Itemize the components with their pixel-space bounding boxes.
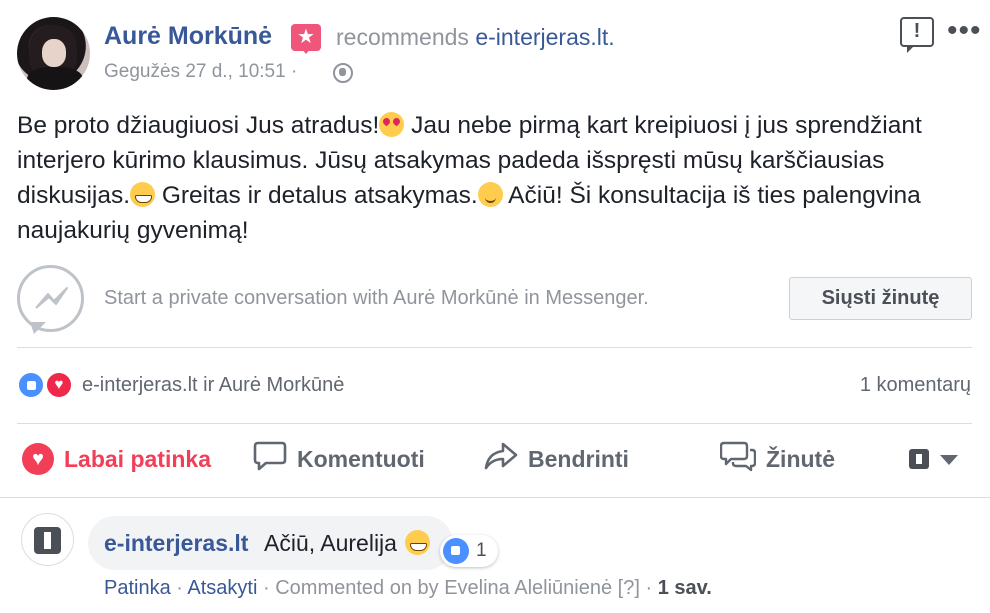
comment-button[interactable]: Komentuoti [253,441,425,477]
chat-bubbles-icon [719,440,757,478]
share-button[interactable]: Bendrinti [484,441,629,477]
post-body: Be proto džiaugiuosi Jus atradus! Jau ne… [17,108,947,248]
comment-reaction-count[interactable]: 1 [440,535,498,567]
report-icon[interactable]: ! [900,17,934,53]
globe-icon [333,63,353,83]
send-message-button[interactable]: Siųsti žinutę [789,277,972,320]
like-reaction-icon [443,538,469,564]
reaction-names[interactable]: e-interjeras.lt ir Aurė Morkūnė [82,374,344,397]
comment-age[interactable]: 1 sav. [658,577,712,599]
star-badge-icon: ★ [291,24,321,54]
smile-emoji-icon [477,182,503,207]
dot-separator: · [645,577,653,599]
send-dm-button[interactable]: Žinutė [719,440,835,478]
love-reaction-icon[interactable] [45,371,73,399]
help-link[interactable]: [?] [618,577,640,599]
page-suffix: . [608,24,615,50]
messenger-prompt: Start a private conversation with Aurė M… [104,287,649,309]
comment-actions: Patinka · Atsakyti · Commented on by Eve… [104,577,712,600]
divider [17,423,972,424]
love-icon [22,443,54,475]
comment-icon [253,440,287,478]
love-react-button[interactable]: Labai patinka [22,441,211,477]
divider [17,347,972,348]
comment-like-link[interactable]: Patinka [104,577,171,599]
comments-count[interactable]: 1 komentarų [860,374,971,397]
dot-separator: · [176,577,183,599]
comment-label: Komentuoti [297,445,425,472]
messenger-icon [17,265,84,334]
commenter-name[interactable]: e-interjeras.lt [104,530,248,557]
share-label: Bendrinti [528,445,629,472]
love-react-label: Labai patinka [64,445,211,472]
action-text: recommends [336,24,469,50]
send-dm-label: Žinutė [766,445,835,472]
commented-on-text: Commented on by Evelina Aleliūnienė [275,577,613,599]
comment-reply-link[interactable]: Atsakyti [187,577,257,599]
share-icon [484,441,518,477]
like-reaction-icon[interactable] [17,371,45,399]
post-timestamp[interactable]: Gegužės 27 d., 10:51 [104,61,286,82]
comment-text: Ačiū, Aurelija [264,530,397,556]
divider [0,497,990,498]
more-options-icon[interactable]: ••• [947,16,982,46]
page-link[interactable]: e-interjeras.lt [475,24,608,50]
author-avatar[interactable] [17,17,90,90]
post-meta: Gegužės 27 d., 10:51 · [104,61,297,83]
author-name[interactable]: Aurė Morkūnė [104,22,272,51]
post-body-part: Be proto džiaugiuosi Jus atradus! [17,112,380,139]
commenter-avatar[interactable] [21,513,74,566]
page-selector-icon[interactable] [909,449,929,469]
comment-reaction-number: 1 [476,540,487,561]
grin-emoji-icon [405,530,430,555]
recommends-line: recommends e-interjeras.lt. [336,24,615,51]
heart-eyes-emoji-icon [379,112,405,137]
post-body-part: Greitas ir detalus atsakymas. [155,182,478,209]
meta-separator: · [290,61,298,82]
dot-separator: · [263,577,270,599]
chevron-down-icon[interactable] [940,455,958,465]
grin-emoji-icon [130,182,156,207]
